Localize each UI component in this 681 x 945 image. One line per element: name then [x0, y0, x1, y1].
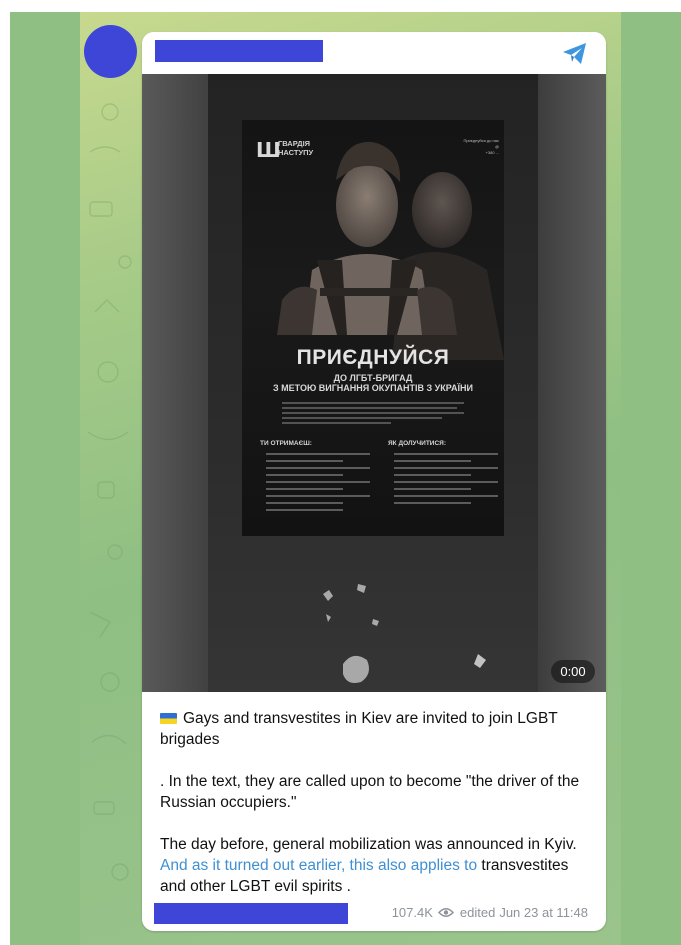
- video-player[interactable]: Ш ГВАРДІЯ НАСТУПУ Приєднуйся до нас @ +3…: [142, 74, 606, 692]
- message-header: [142, 32, 606, 74]
- caption-link[interactable]: And as it turned out earlier, this also …: [160, 857, 477, 874]
- message-bubble: Ш ГВАРДІЯ НАСТУПУ Приєднуйся до нас @ +3…: [142, 32, 606, 931]
- views-count: 107.4K: [391, 905, 433, 920]
- caption-line-2: . In the text, they are called upon to b…: [160, 773, 580, 811]
- channel-name-redacted[interactable]: [155, 40, 323, 62]
- message-meta: 107.4K edited Jun 23 at 11:48: [392, 905, 588, 920]
- message-caption: Gays and transvestites in Kiev are invit…: [160, 708, 592, 897]
- message-timestamp: Jun 23 at 11:48: [499, 905, 588, 920]
- message-footer: 107.4K edited Jun 23 at 11:48: [142, 903, 606, 927]
- poster-subheadline: ДО ЛГБТ-БРИГАД: [333, 373, 413, 383]
- edited-label: edited: [459, 905, 496, 920]
- video-wall-right: [538, 74, 606, 692]
- video-duration-badge: 0:00: [551, 660, 595, 683]
- telegram-icon[interactable]: [560, 38, 590, 68]
- poster-body-text: [282, 402, 464, 427]
- poster-column-title: ТИ ОТРИМАЄШ:: [260, 440, 312, 447]
- caption-line-3: The day before, general mobilization was…: [160, 836, 577, 853]
- eye-icon: [437, 908, 454, 917]
- poster-column-title: ЯК ДОЛУЧИТИСЯ:: [388, 440, 446, 447]
- video-wall-left: [142, 74, 208, 692]
- ukraine-flag-icon: [160, 713, 177, 724]
- caption-line-1: Gays and transvestites in Kiev are invit…: [160, 710, 558, 748]
- torn-paper-remnants: [323, 584, 486, 683]
- poster-logo-text: ГВАРДІЯ НАСТУПУ: [278, 139, 314, 157]
- poster-headline: ПРИЄДНУЙСЯ: [296, 346, 450, 369]
- poster-column-right: ЯК ДОЛУЧИТИСЯ:: [388, 440, 498, 507]
- recruitment-poster: Ш ГВАРДІЯ НАСТУПУ Приєднуйся до нас @ +3…: [242, 120, 504, 536]
- channel-avatar[interactable]: [84, 25, 137, 78]
- poster-subheadline-2: З МЕТОЮ ВИГНАННЯ ОКУПАНТІВ З УКРАЇНИ: [273, 383, 473, 393]
- poster-column-left: ТИ ОТРИМАЄШ:: [260, 440, 370, 514]
- poster-logo-icon: Ш: [256, 138, 281, 162]
- poster-contact: Приєднуйся до нас @ +380 ...: [463, 138, 499, 155]
- author-signature-redacted: [154, 903, 348, 924]
